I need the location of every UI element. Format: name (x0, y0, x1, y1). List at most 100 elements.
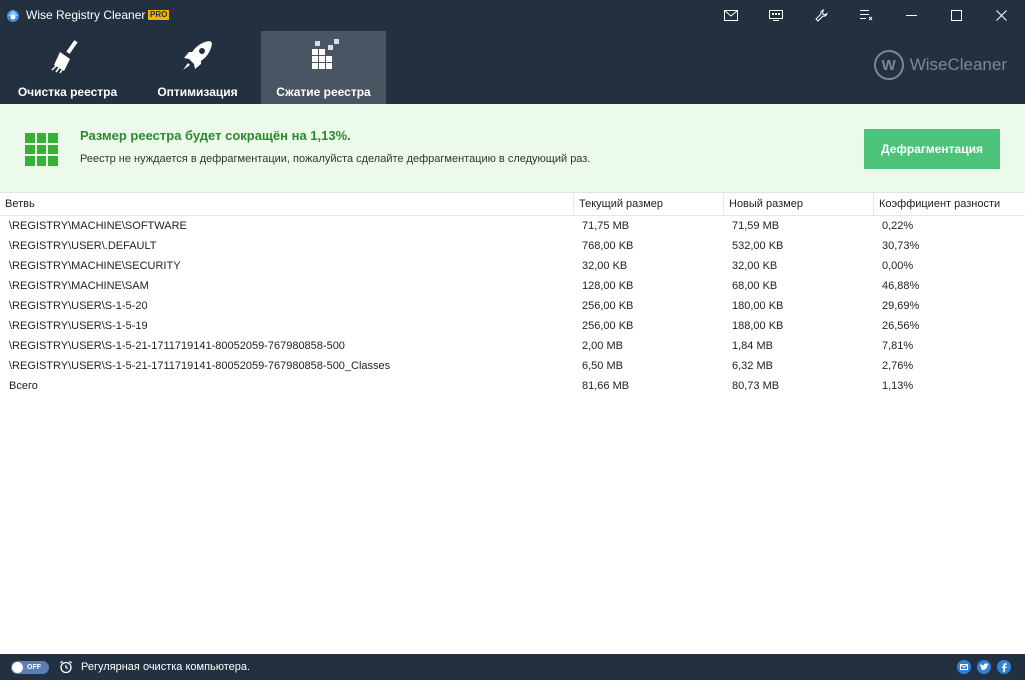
result-banner: Размер реестра будет сокращён на 1,13%. … (0, 104, 1025, 193)
broom-icon (50, 40, 78, 73)
pro-badge: PRO (148, 10, 170, 20)
table-row[interactable]: \REGISTRY\USER\S-1-5-20 256,00 KB 180,00 K… (0, 296, 1025, 316)
cell-ratio: 0,00% (882, 260, 914, 272)
cell-branch: \REGISTRY\USER\S-1-5-20 (9, 300, 148, 312)
title-bar: Wise Registry Cleaner X PRO (0, 0, 1025, 30)
mail-icon (724, 9, 738, 21)
column-header-ratio[interactable]: Коэффициент разности (874, 193, 1025, 216)
maximize-button[interactable] (936, 0, 976, 30)
cell-branch: \REGISTRY\MACHINE\SAM (9, 280, 149, 292)
cell-new-size: 71,59 MB (732, 220, 780, 232)
skin-button[interactable] (756, 0, 796, 30)
cell-current-size: 2,00 MB (582, 340, 623, 352)
table-row[interactable]: \REGISTRY\MACHINE\SECURITY 32,00 KB 32,00 … (0, 256, 1025, 276)
brand-name: WiseCleaner (909, 55, 1007, 74)
rocket-icon (182, 41, 212, 70)
monitor-icon (769, 9, 783, 21)
minimize-icon (905, 14, 917, 16)
registry-table: Ветвь Текущий размер Новый размер Коэффи… (0, 193, 1025, 654)
cell-current-size: 768,00 KB (582, 240, 634, 252)
cell-current-size: 32,00 KB (582, 260, 628, 272)
mail-button[interactable] (711, 0, 751, 30)
cell-current-size: 6,50 MB (582, 360, 623, 372)
minimize-button[interactable] (891, 0, 931, 30)
cell-current-size: 128,00 KB (582, 280, 634, 292)
defragment-button[interactable]: Дефрагментация (864, 129, 1000, 169)
cell-ratio: 1,13% (882, 380, 914, 392)
cell-branch: \REGISTRY\MACHINE\SECURITY (9, 260, 181, 272)
cell-ratio: 0,22% (882, 220, 914, 232)
facebook-button[interactable] (997, 660, 1011, 674)
brand-mark: W (873, 50, 904, 80)
tab-registry-defrag[interactable]: Сжатие реестра (261, 31, 386, 104)
blocks-icon (311, 39, 339, 69)
menu-icon (859, 10, 872, 21)
cell-branch: \REGISTRY\USER\S-1-5-19 (9, 320, 148, 332)
app-logo-icon (7, 10, 19, 22)
twitter-button[interactable] (977, 660, 991, 674)
twitter-icon (979, 663, 989, 671)
defrag-grid-icon (25, 133, 58, 166)
cell-ratio: 30,73% (882, 240, 920, 252)
facebook-icon (1002, 662, 1007, 672)
cell-ratio: 7,81% (882, 340, 914, 352)
table-row[interactable]: \REGISTRY\MACHINE\SOFTWARE 71,75 MB 71,59 … (0, 216, 1025, 236)
tab-label: Очистка реестра (17, 85, 118, 99)
cell-ratio: 26,56% (882, 320, 920, 332)
email-icon (960, 664, 968, 670)
scheduled-clean-toggle[interactable]: OFF (11, 661, 49, 674)
cell-new-size: 180,00 KB (732, 300, 784, 312)
table-row[interactable]: \REGISTRY\MACHINE\SAM 128,00 KB 68,00 KB 46… (0, 276, 1025, 296)
alarm-clock-icon (60, 660, 72, 674)
cell-new-size: 80,73 MB (732, 380, 780, 392)
toggle-knob (12, 662, 23, 673)
email-share-button[interactable] (957, 660, 971, 674)
tools-button[interactable] (801, 0, 841, 30)
tab-label: Оптимизация (157, 85, 238, 99)
table-row[interactable]: \REGISTRY\USER\S-1-5-21-1711719141-80052… (0, 356, 1025, 376)
banner-title: Размер реестра будет сокращён на 1,13%. (80, 128, 351, 143)
wrench-icon (814, 8, 828, 22)
cell-current-size: 71,75 MB (582, 220, 630, 232)
tab-label: Сжатие реестра (276, 85, 371, 99)
cell-branch: \REGISTRY\USER\S-1-5-21-1711719141-80052… (9, 360, 391, 372)
close-button[interactable] (981, 0, 1021, 30)
cell-branch: \REGISTRY\MACHINE\SOFTWARE (9, 220, 187, 232)
banner-subtitle: Реестр не нуждается в дефрагментации, по… (80, 153, 591, 165)
tab-registry-cleaner[interactable]: Очистка реестра (5, 31, 130, 104)
close-icon (995, 9, 1007, 21)
cell-branch: \REGISTRY\USER\.DEFAULT (9, 240, 157, 252)
cell-new-size: 1,84 MB (732, 340, 773, 352)
tab-optimization[interactable]: Оптимизация (135, 31, 260, 104)
scheduled-clean-label[interactable]: Регулярная очистка компьютера. (81, 661, 250, 673)
column-header-current-size[interactable]: Текущий размер (574, 193, 724, 216)
column-header-new-size[interactable]: Новый размер (724, 193, 874, 216)
column-header-branch[interactable]: Ветвь (0, 193, 574, 216)
maximize-icon (950, 9, 962, 21)
table-row[interactable]: \REGISTRY\USER\.DEFAULT 768,00 KB 532,00 K… (0, 236, 1025, 256)
main-tabbar: Очистка реестра Оптимизация Сжатие реест… (0, 30, 1025, 104)
cell-current-size: 256,00 KB (582, 320, 634, 332)
table-row[interactable]: \REGISTRY\USER\S-1-5-21-1711719141-80052… (0, 336, 1025, 356)
menu-button[interactable] (846, 0, 886, 30)
table-header: Ветвь Текущий размер Новый размер Коэффи… (0, 193, 1025, 216)
cell-new-size: 6,32 MB (732, 360, 773, 372)
window-title: Wise Registry Cleaner X (26, 8, 157, 22)
cell-current-size: 81,66 MB (582, 380, 630, 392)
cell-new-size: 532,00 KB (732, 240, 784, 252)
status-bar: OFF Регулярная очистка компьютера. (0, 654, 1025, 680)
cell-new-size: 188,00 KB (732, 320, 784, 332)
table-row-total[interactable]: Всего 81,66 MB 80,73 MB 1,13% (0, 376, 1025, 396)
cell-branch: \REGISTRY\USER\S-1-5-21-1711719141-80052… (9, 340, 345, 352)
table-body: \REGISTRY\MACHINE\SOFTWARE 71,75 MB 71,59 … (0, 216, 1025, 396)
toggle-state: OFF (27, 664, 41, 671)
cell-branch: Всего (9, 380, 38, 392)
cell-ratio: 29,69% (882, 300, 920, 312)
cell-current-size: 256,00 KB (582, 300, 634, 312)
cell-new-size: 68,00 KB (732, 280, 778, 292)
cell-ratio: 46,88% (882, 280, 920, 292)
cell-new-size: 32,00 KB (732, 260, 778, 272)
wisecleaner-logo: W WiseCleaner (873, 50, 1007, 80)
cell-ratio: 2,76% (882, 360, 914, 372)
table-row[interactable]: \REGISTRY\USER\S-1-5-19 256,00 KB 188,00 K… (0, 316, 1025, 336)
